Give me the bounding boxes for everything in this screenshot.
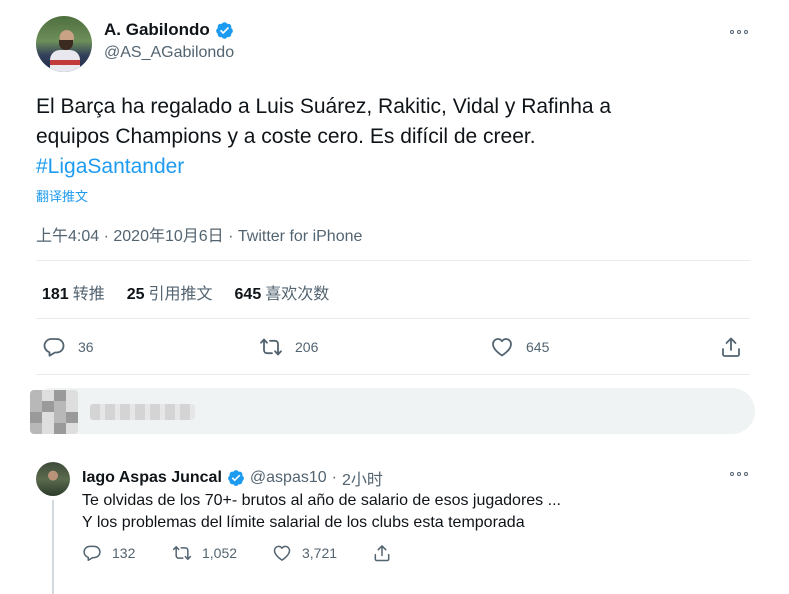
retweets-count: 181 [42,286,69,303]
reply-text-line: Te olvidas de los 70+- brutos al año de … [82,492,561,509]
share-button[interactable] [719,335,743,359]
author-name-row[interactable]: A. Gabilondo [104,20,234,40]
more-dot [737,472,741,476]
retweet-button[interactable]: 206 [259,335,318,359]
avatar-face [59,40,73,50]
tweet-date[interactable]: 2020年10月6日 [113,228,223,245]
reply-author-name[interactable]: Iago Aspas Juncal [82,469,222,487]
reply-like-count: 3,721 [302,545,338,561]
tweet-action-bar: 36 206 645 [0,335,789,361]
divider [36,374,750,375]
translate-tweet-link[interactable]: 翻译推文 [36,186,88,205]
like-button[interactable]: 645 [490,335,549,359]
author-display-name[interactable]: A. Gabilondo [104,20,210,40]
reply-retweet-button[interactable]: 1,052 [172,543,237,563]
tweet-text-line: equipos Champions y a coste cero. Es dif… [36,125,536,148]
more-options-icon[interactable] [727,468,751,480]
author-handle[interactable]: @AS_AGabilondo [104,44,234,62]
tweet-text: El Barça ha regalado a Luis Suárez, Raki… [36,92,736,182]
reply-author-handle[interactable]: @aspas10 [250,469,327,487]
share-icon [374,545,390,562]
reply-reply-button[interactable]: 132 [82,543,135,563]
reply-count: 36 [78,339,94,355]
meta-separator: · [223,228,238,245]
retweets-label: 转推 [72,286,105,303]
quotes-stat[interactable]: 25 引用推文 [127,280,213,304]
tweet-time[interactable]: 上午4:04 [36,228,99,245]
likes-label: 喜欢次数 [265,286,330,303]
hashtag-link[interactable]: #LigaSantander [36,152,736,182]
composer-avatar-blurred [30,390,78,434]
retweets-stat[interactable]: 181 转推 [42,280,105,304]
like-icon [273,545,291,561]
tweet-text-line: El Barça ha regalado a Luis Suárez, Raki… [36,95,612,118]
reply-icon [83,545,101,561]
reply-action-bar: 132 1,052 3,721 [0,543,789,565]
like-icon [492,338,512,357]
divider [36,260,750,261]
reply-text-line: Y los problemas del límite salarial de l… [82,514,525,531]
reply-icon [43,338,65,357]
reply-retweet-count: 1,052 [202,545,238,561]
reply-author-avatar[interactable] [36,462,70,496]
author-avatar[interactable] [36,16,92,72]
retweet-count: 206 [295,339,319,355]
reply-separator: · [331,469,337,486]
reply-like-button[interactable]: 3,721 [272,543,337,563]
reply-text: Te olvidas de los 70+- brutos al año de … [82,490,742,534]
like-count: 645 [526,339,550,355]
retweet-icon [260,338,282,356]
divider [36,318,750,319]
verified-badge-icon [215,21,233,39]
avatar-stripe [50,60,80,65]
reply-button[interactable]: 36 [42,335,94,359]
meta-separator: · [99,228,114,245]
share-icon [722,337,740,357]
quotes-count: 25 [126,286,145,303]
more-options-icon[interactable] [727,26,751,38]
verified-badge-icon [228,470,244,486]
retweet-icon [172,546,192,560]
likes-stat[interactable]: 645 喜欢次数 [235,280,330,304]
likes-count: 645 [234,286,262,303]
more-dot [744,30,748,34]
reply-share-button[interactable] [372,543,392,563]
reply-timestamp[interactable]: 2小时 [342,466,383,490]
more-dot [737,30,741,34]
tweet-source[interactable]: Twitter for iPhone [238,228,363,245]
composer-placeholder-blurred [90,404,195,420]
tweet-metadata: 上午4:04 · 2020年10月6日 · Twitter for iPhone [36,222,362,246]
more-dot [744,472,748,476]
tweet-stats: 181 转推 25 引用推文 645 喜欢次数 [42,280,329,304]
quotes-label: 引用推文 [148,286,213,303]
reply-reply-count: 132 [112,545,136,561]
reply-header: Iago Aspas Juncal @aspas10 · 2小时 [82,466,383,490]
more-dot [730,472,734,476]
more-dot [730,30,734,34]
